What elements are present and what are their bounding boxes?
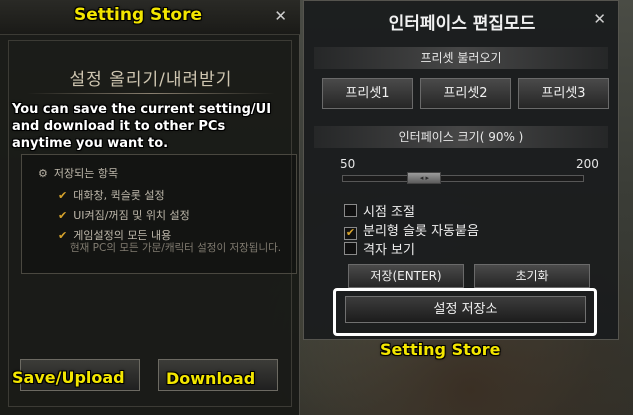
size-slider-track[interactable] (342, 175, 584, 182)
saved-items-label: 저장되는 항목 (53, 167, 119, 180)
setting-store-panel: ✕ 설정 올리기/내려받기 ⚙ 저장되는 항목 ✔ 대화창, 퀵슬롯 설정 ✔ UI켜… (0, 0, 300, 415)
preset-3-button[interactable]: 프리셋3 (518, 78, 609, 109)
saved-items-box: ⚙ 저장되는 항목 ✔ 대화창, 퀵슬롯 설정 ✔ UI켜짐/꺼짐 및 위치 설정 ✔… (21, 154, 297, 274)
gear-icon: ⚙ (38, 167, 48, 180)
save-button[interactable]: 저장(ENTER) (348, 264, 464, 288)
preset-2-button[interactable]: 프리셋2 (420, 78, 511, 109)
option-label: 분리형 슬롯 자동붙음 (363, 224, 479, 239)
size-slider-handle[interactable]: ◂ ▸ (407, 172, 442, 184)
list-item-label: UI켜짐/꺼짐 및 위치 설정 (73, 209, 190, 222)
option-camera-control[interactable]: 시점 조절 (344, 201, 415, 220)
panel-title: 인터페이스 편집모드 (388, 14, 536, 34)
list-item-label: 대화창, 퀵슬롯 설정 (73, 189, 165, 202)
saved-items-title: ⚙ 저장되는 항목 (38, 165, 118, 181)
list-item: ✔ 대화창, 퀵슬롯 설정 (58, 187, 165, 203)
annotation-save-upload: Save/Upload (12, 368, 125, 387)
caption-line: and download it to other PCs (12, 119, 226, 134)
size-section-header: 인터페이스 크기( 90% ) (314, 126, 608, 148)
panel-body: 설정 올리기/내려받기 ⚙ 저장되는 항목 ✔ 대화창, 퀵슬롯 설정 ✔ UI켜짐/… (8, 40, 297, 407)
close-icon[interactable]: ✕ (593, 10, 606, 28)
page-title: 설정 올리기/내려받기 (69, 70, 233, 90)
caption-line: You can save the current setting/UI (12, 102, 272, 117)
annotation-left-title: Setting Store (74, 5, 203, 25)
check-icon: ✔ (58, 229, 68, 242)
annotation-caption: You can save the current setting/UI and … (12, 101, 271, 152)
saved-items-note: 현재 PC의 모든 가문/캐릭터 설정이 저장됩니다. (70, 242, 282, 254)
annotation-right-label: Setting Store (380, 340, 501, 359)
setting-store-button[interactable]: 설정 저장소 (345, 296, 586, 323)
close-icon[interactable]: ✕ (274, 7, 287, 25)
check-icon: ✔ (58, 189, 68, 202)
slider-min-label: 50 (340, 157, 356, 171)
option-grid-view[interactable]: 격자 보기 (344, 239, 415, 258)
checkbox[interactable] (344, 242, 357, 255)
option-label: 시점 조절 (363, 205, 415, 220)
slider-max-label: 200 (576, 157, 599, 171)
preset-section-header: 프리셋 불러오기 (314, 47, 608, 69)
divider (27, 93, 275, 94)
option-auto-snap[interactable]: ✔ 분리형 슬롯 자동붙음 (344, 220, 479, 240)
annotation-download: Download (166, 369, 256, 388)
reset-button[interactable]: 초기화 (474, 264, 590, 288)
list-item: ✔ UI켜짐/꺼짐 및 위치 설정 (58, 207, 190, 223)
checkbox[interactable] (344, 204, 357, 217)
preset-1-button[interactable]: 프리셋1 (322, 78, 413, 109)
caption-line: anytime you want to. (12, 136, 169, 151)
option-label: 격자 보기 (363, 243, 415, 258)
check-icon: ✔ (58, 209, 68, 222)
